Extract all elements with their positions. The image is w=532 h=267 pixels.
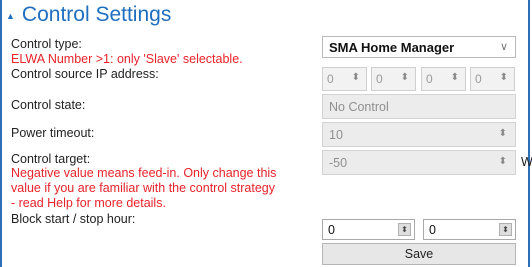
ip-address-label: Control source IP address: [11,67,159,81]
stepper-icon[interactable]: ⬍ [398,223,411,236]
block-hours-label: Block start / stop hour: [11,212,136,226]
control-state-field: No Control [322,94,516,119]
spinner-icon: ⬍ [498,156,507,167]
ip-octet-2-input: 0 ⬍ [371,67,416,91]
ip-octet-3-input: 0 ⬍ [421,67,466,91]
control-target-warning-line-1: Negative value means feed-in. Only chang… [11,166,277,180]
control-type-value: SMA Home Manager [329,39,455,55]
power-timeout-label: Power timeout: [11,126,95,140]
ip-octet-value: 0 [327,72,334,86]
power-timeout-value: 10 [329,127,343,142]
ip-octet-value: 0 [426,72,433,86]
ip-octet-4-input: 0 ⬍ [470,67,515,91]
block-start-value: 0 [328,222,335,237]
save-button[interactable]: Save [322,243,516,265]
stepper-icon[interactable]: ⬍ [499,223,512,236]
spinner-icon: ⬍ [450,72,459,83]
control-target-warning-line-2: value if you are familiar with the contr… [11,181,276,195]
control-target-label: Control target: [11,152,91,166]
ip-octet-value: 0 [475,72,482,86]
spinner-icon: ⬍ [400,72,409,83]
control-state-value: No Control [329,99,389,114]
section-header[interactable]: ▲ Control Settings [6,2,171,28]
section-title: Control Settings [21,3,172,26]
control-type-label: Control type: [11,37,82,51]
block-stop-value: 0 [429,222,436,237]
control-target-input: -50 ⬍ [322,150,516,175]
block-start-input[interactable]: 0 ⬍ [322,219,415,240]
block-stop-input[interactable]: 0 ⬍ [423,219,516,240]
chevron-down-icon: ∨ [499,41,508,53]
watt-unit-label: W [521,155,532,169]
spinner-icon: ⬍ [351,72,360,83]
control-state-label: Control state: [11,98,86,112]
control-type-select[interactable]: SMA Home Manager ∨ [322,36,516,58]
ip-octet-value: 0 [376,72,383,86]
spinner-icon: ⬍ [499,72,508,83]
power-timeout-input: 10 ⬍ [322,122,516,147]
control-type-warning: ELWA Number >1: only 'Slave' selectable. [11,52,243,66]
spinner-icon: ⬍ [498,128,507,139]
control-target-value: -50 [329,155,348,170]
collapse-caret-icon[interactable]: ▲ [6,11,15,21]
ip-octet-1-input: 0 ⬍ [322,67,367,91]
control-target-warning-line-3: - read Help for more details. [11,196,166,210]
